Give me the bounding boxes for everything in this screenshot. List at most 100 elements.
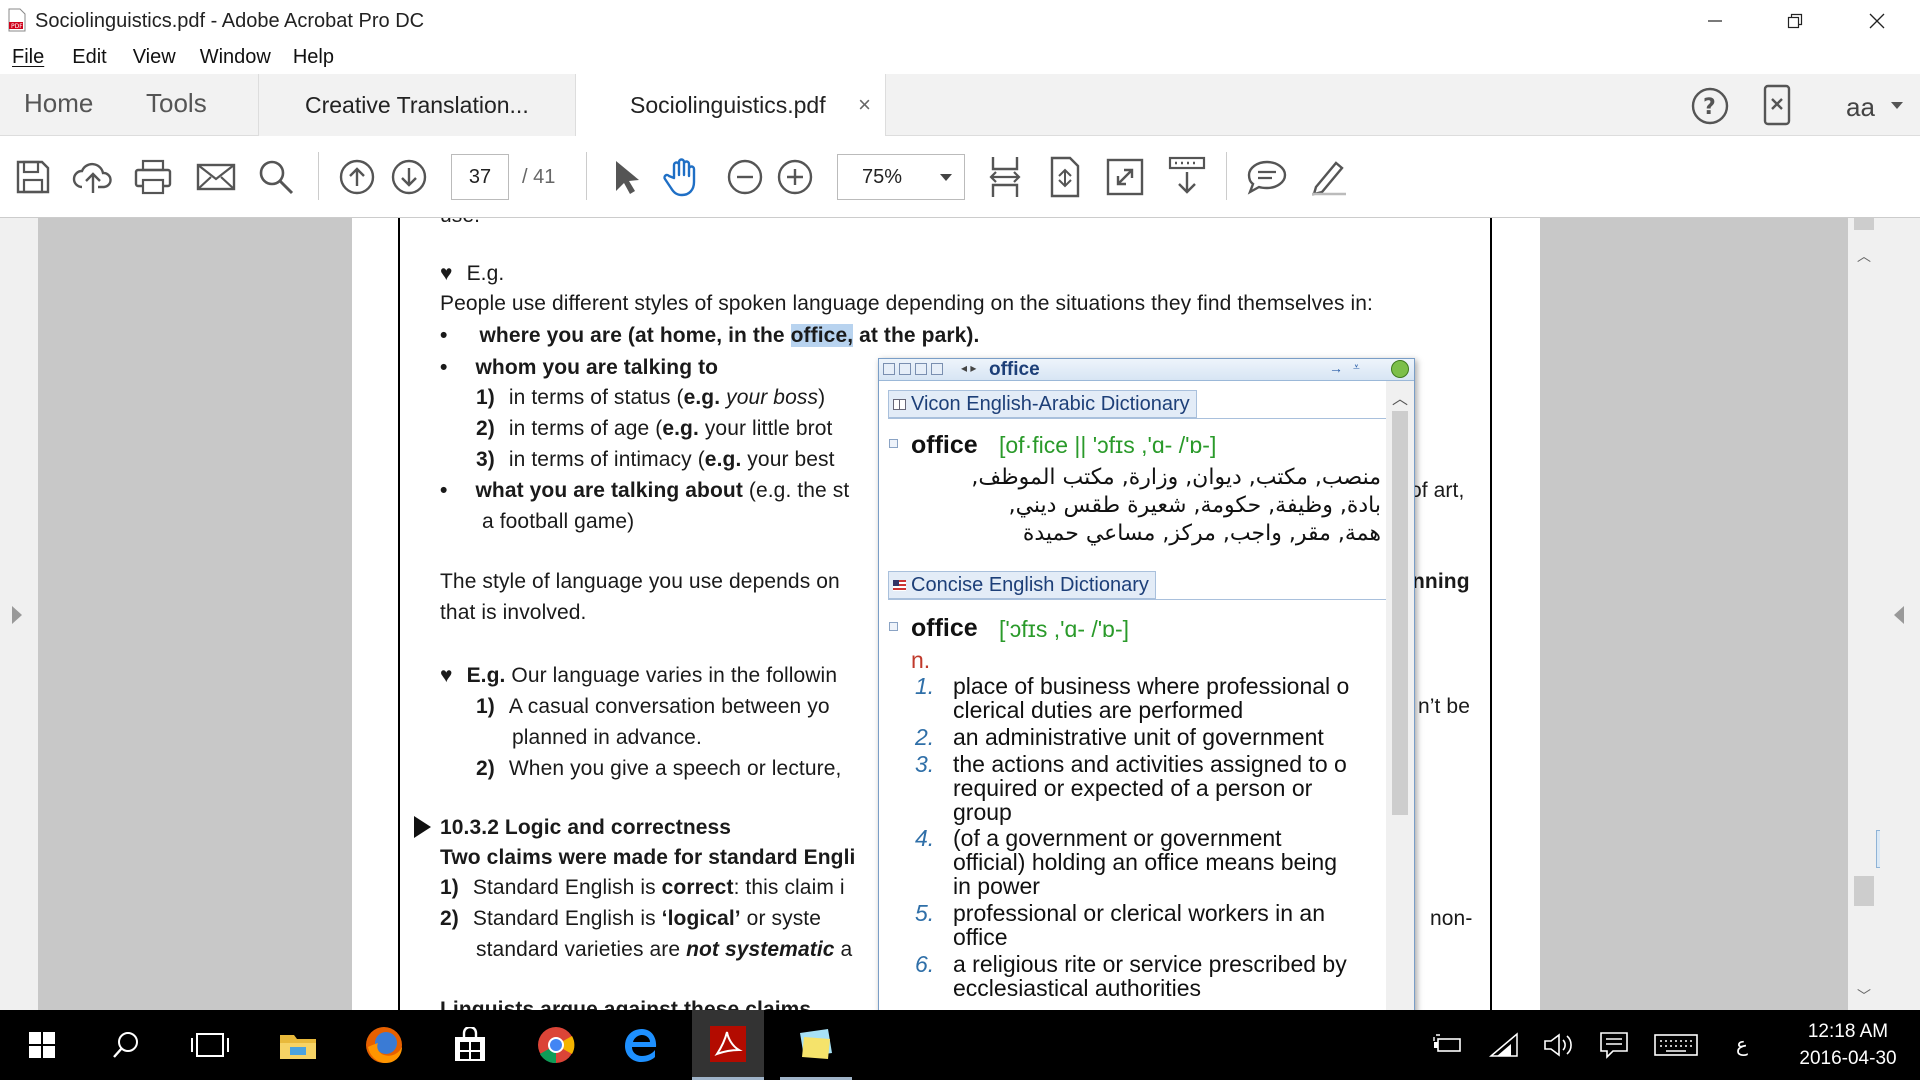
file-explorer-icon[interactable] [262,1010,334,1080]
copy-icon[interactable] [915,363,927,375]
scrollbar-thumb-top[interactable] [1854,218,1874,230]
zoom-out-icon[interactable] [722,154,768,200]
chevron-down-icon[interactable] [940,174,952,181]
menu-help[interactable]: Help [293,42,334,74]
title-bar: PDF Sociolinguistics.pdf - Adobe Acrobat… [0,0,1920,42]
page-number-input[interactable]: 37 [451,154,509,200]
text-line: Linguists argue against these claims [440,998,812,1010]
arrow-right-icon[interactable]: → [1329,360,1343,376]
save-icon[interactable] [10,154,56,200]
page-total: / 41 [522,166,556,188]
sense-number: 2. [915,724,935,750]
help-icon[interactable]: ? [1690,86,1730,126]
store-icon[interactable] [434,1010,506,1080]
sticky-notes-icon[interactable] [780,1010,852,1080]
page-up-icon[interactable] [334,154,380,200]
text-line: a football game) [482,510,635,533]
speaker-icon[interactable] [899,363,911,375]
input-language[interactable]: ع [1736,1032,1748,1057]
edge-icon[interactable] [606,1010,678,1080]
restore-icon[interactable] [1772,6,1818,36]
text-line: planned in advance. [512,726,702,749]
keyboard-icon[interactable] [1640,1010,1712,1080]
chevron-down-icon[interactable] [1891,102,1903,109]
acrobat-icon[interactable] [692,1010,764,1080]
read-mode-icon[interactable] [1164,154,1210,200]
menu-edit[interactable]: Edit [72,42,106,74]
search-icon[interactable] [90,1010,162,1080]
numbered-item: 2) in terms of age (e.g. your little brot [476,417,833,440]
close-tab-icon[interactable]: × [858,92,871,118]
chrome-icon[interactable] [520,1010,592,1080]
window-title: Sociolinguistics.pdf - Adobe Acrobat Pro… [35,10,425,32]
hand-tool-icon[interactable] [660,154,706,200]
headword: office [911,431,978,459]
dictionary-section-header[interactable]: Concise English Dictionary [888,571,1156,599]
system-clock[interactable]: 12:18 AM 2016-04-30 [1783,1018,1913,1072]
firefox-icon[interactable] [348,1010,420,1080]
menu-window[interactable]: Window [200,42,271,74]
tab-home[interactable]: Home [24,88,93,119]
full-screen-icon[interactable] [1102,154,1148,200]
mobile-link-icon[interactable] [1762,84,1792,128]
search-icon[interactable] [253,154,299,200]
cloud-upload-icon[interactable] [70,154,116,200]
scrollbar-thumb[interactable] [1854,876,1874,906]
page-down-icon[interactable] [386,154,432,200]
heart-bullet-icon: ♥ [440,664,453,687]
lookup-word: office [989,359,1040,380]
scroll-mode-icon[interactable] [1042,154,1088,200]
dictionary-section-header[interactable]: Vicon English-Arabic Dictionary [888,390,1197,418]
options-icon[interactable] [931,363,943,375]
right-panel-toggle[interactable] [1880,218,1920,1010]
bullet-icon: • [440,324,448,347]
windows-start-icon[interactable] [6,1010,78,1080]
tab-tools[interactable]: Tools [146,88,207,119]
expand-icon[interactable] [889,439,898,448]
expand-icon[interactable] [889,622,898,631]
headword: office [911,614,978,642]
eg-heading: ♥ E.g. [440,262,505,285]
sign-pen-icon[interactable] [1306,154,1352,200]
search-icon[interactable] [883,363,895,375]
email-icon[interactable] [193,154,239,200]
chevron-right-icon[interactable] [12,606,22,624]
back-forward-icon[interactable]: ◂ ▸ [961,361,976,375]
definition-line: group [953,799,1012,825]
numbered-item: 2) Standard English is ‘logical’ or syste [440,907,822,930]
font-size-menu[interactable]: aa [1846,92,1875,123]
select-arrow-icon[interactable] [602,154,648,200]
fit-page-icon[interactable] [982,154,1028,200]
vertical-scrollbar[interactable]: ︿ ﹀ [1848,218,1880,1010]
popup-scrollbar[interactable]: ︿ ﹀ [1386,381,1414,1079]
scroll-down-icon[interactable]: ﹀ [1857,986,1871,1006]
task-view-icon[interactable] [174,1010,246,1080]
sense-number: 5. [915,900,935,926]
globe-icon[interactable] [1391,360,1409,378]
close-icon[interactable] [1854,6,1900,36]
text-line: n’t be [1418,695,1470,718]
zoom-in-icon[interactable] [772,154,818,200]
menu-file[interactable]: File [12,42,44,74]
arabic-translation: همة, مقر, واجب, مركز, مساعي حميدة [1022,521,1381,546]
chevron-left-icon[interactable] [1894,606,1904,624]
section-marker-icon [414,816,431,838]
arabic-translation: منصب, مكتب, ديوان, وزارة, مكتب الموظف, [971,465,1381,490]
document-tab-creative-translation[interactable]: Creative Translation... [258,74,575,136]
minimize-icon[interactable] [1692,6,1738,36]
comment-icon[interactable] [1244,154,1290,200]
menu-down-icon[interactable]: ⩡ [1353,360,1360,375]
definition-line: place of business where professional o [953,673,1350,699]
definition-line: professional or clerical workers in an [953,900,1325,926]
menu-view[interactable]: View [133,42,176,74]
document-tab-sociolinguistics[interactable]: Sociolinguistics.pdf × [575,74,886,137]
left-panel-toggle[interactable] [0,218,38,1010]
scroll-up-icon[interactable]: ︿ [1857,246,1871,266]
scrollbar-thumb[interactable] [1392,411,1408,815]
highlighted-word[interactable]: office, [790,324,854,347]
print-icon[interactable] [130,154,176,200]
toolbar: 37 / 41 75% [0,136,1920,218]
dictionary-popup[interactable]: ◂ ▸ office → ⩡ Vicon English-Arabic Dict… [878,358,1415,1080]
zoom-select[interactable]: 75% [837,154,965,200]
scroll-up-icon[interactable]: ︿ [1392,385,1408,409]
